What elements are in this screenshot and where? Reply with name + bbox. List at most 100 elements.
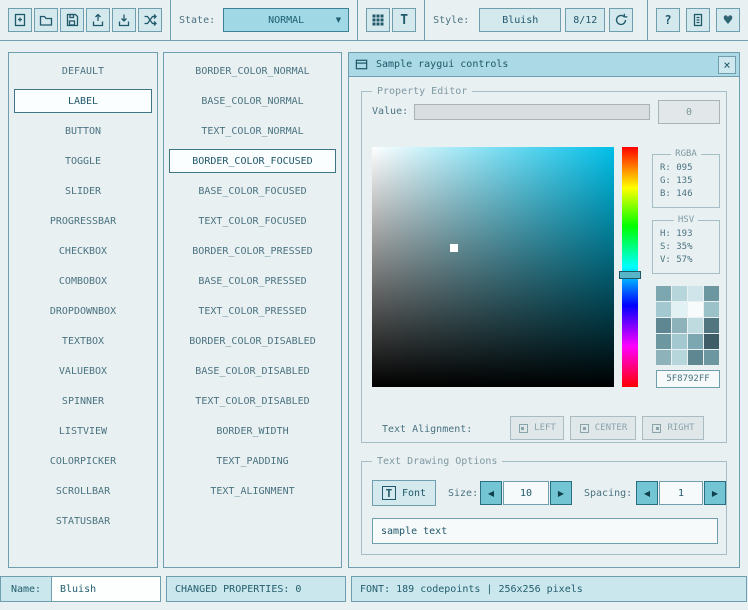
controls-list-item[interactable]: STATUSBAR — [14, 509, 152, 533]
properties-list-item[interactable]: BORDER_WIDTH — [169, 419, 336, 443]
state-dropdown[interactable]: NORMAL ▼ — [223, 8, 349, 32]
properties-list-item[interactable]: TEXT_PADDING — [169, 449, 336, 473]
font-button[interactable]: T Font — [372, 480, 436, 506]
spacing-increase-button[interactable]: ▶ — [704, 481, 726, 505]
properties-list-item[interactable]: BORDER_COLOR_PRESSED — [169, 239, 336, 263]
controls-list-item[interactable]: TOGGLE — [14, 149, 152, 173]
properties-list-item[interactable]: BORDER_COLOR_DISABLED — [169, 329, 336, 353]
properties-list-item[interactable]: BORDER_COLOR_FOCUSED — [169, 149, 336, 173]
color-swatch[interactable] — [688, 286, 703, 301]
import-file-button[interactable] — [112, 8, 136, 32]
controls-list-item[interactable]: LABEL — [14, 89, 152, 113]
right-arrow-icon: ▶ — [558, 489, 564, 498]
controls-list-item[interactable]: LISTVIEW — [14, 419, 152, 443]
hex-value-box[interactable]: 5F8792FF — [656, 370, 720, 388]
rgba-group: RGBA R: 095 G: 135 B: 146 — [652, 154, 720, 208]
red-value: R: 095 — [660, 163, 719, 173]
size-label: Size: — [448, 486, 478, 502]
align-center-button[interactable]: CENTER — [570, 416, 636, 440]
properties-list-item[interactable]: TEXT_COLOR_FOCUSED — [169, 209, 336, 233]
new-file-button[interactable] — [8, 8, 32, 32]
style-counter-button[interactable]: 8/12 — [565, 8, 605, 32]
sponsor-button[interactable]: ♥ — [716, 8, 740, 32]
align-right-button[interactable]: RIGHT — [642, 416, 704, 440]
color-swatch[interactable] — [688, 350, 703, 365]
controls-list-item[interactable]: SCROLLBAR — [14, 479, 152, 503]
controls-list-item[interactable]: SLIDER — [14, 179, 152, 203]
properties-list-item[interactable]: TEXT_COLOR_NORMAL — [169, 119, 336, 143]
controls-list-item[interactable]: VALUEBOX — [14, 359, 152, 383]
controls-list-item[interactable]: DEFAULT — [14, 59, 152, 83]
state-dropdown-value: NORMAL — [268, 15, 304, 26]
controls-list-item[interactable]: SPINNER — [14, 389, 152, 413]
open-file-button[interactable] — [34, 8, 58, 32]
color-swatch[interactable] — [672, 334, 687, 349]
color-swatch[interactable] — [656, 318, 671, 333]
font-atlas-button[interactable]: T — [392, 8, 416, 32]
controls-list-item[interactable]: COMBOBOX — [14, 269, 152, 293]
properties-list-item[interactable]: TEXT_COLOR_DISABLED — [169, 389, 336, 413]
color-swatch[interactable] — [656, 286, 671, 301]
properties-list-item[interactable]: BASE_COLOR_DISABLED — [169, 359, 336, 383]
style-label: Style: — [433, 15, 469, 26]
rguistyler-app: State: NORMAL ▼ T Style: Bluish 8/12 ? — [0, 0, 748, 610]
help-button[interactable]: ? — [656, 8, 680, 32]
shuffle-icon — [142, 12, 158, 28]
controls-list-item[interactable]: BUTTON — [14, 119, 152, 143]
color-swatch[interactable] — [704, 302, 719, 317]
open-folder-icon — [38, 12, 54, 28]
color-swatch[interactable] — [704, 334, 719, 349]
hue-slider-handle[interactable] — [619, 271, 641, 279]
color-picker[interactable] — [372, 147, 614, 387]
spacing-value-box[interactable]: 1 — [659, 481, 703, 505]
properties-list-item[interactable]: TEXT_COLOR_PRESSED — [169, 299, 336, 323]
controls-list-item[interactable]: DROPDOWNBOX — [14, 299, 152, 323]
properties-list-item[interactable]: BASE_COLOR_PRESSED — [169, 269, 336, 293]
value-slider[interactable] — [414, 104, 650, 120]
export-file-button[interactable] — [86, 8, 110, 32]
properties-list-item[interactable]: BASE_COLOR_FOCUSED — [169, 179, 336, 203]
controls-list-item[interactable]: CHECKBOX — [14, 239, 152, 263]
align-left-button[interactable]: LEFT — [510, 416, 564, 440]
color-swatch[interactable] — [672, 350, 687, 365]
color-swatch[interactable] — [656, 302, 671, 317]
color-swatch[interactable] — [688, 302, 703, 317]
controls-list-item[interactable]: TEXTBOX — [14, 329, 152, 353]
controls-list-item[interactable]: PROGRESSBAR — [14, 209, 152, 233]
color-swatch[interactable] — [672, 318, 687, 333]
style-name-field[interactable]: Bluish — [51, 576, 161, 602]
color-picker-cursor[interactable] — [450, 244, 458, 252]
value-box[interactable]: 0 — [658, 100, 720, 124]
properties-list-item[interactable]: BASE_COLOR_NORMAL — [169, 89, 336, 113]
save-file-button[interactable] — [60, 8, 84, 32]
about-button[interactable] — [686, 8, 710, 32]
color-swatch[interactable] — [704, 318, 719, 333]
color-swatch[interactable] — [688, 334, 703, 349]
color-swatch[interactable] — [672, 286, 687, 301]
style-table-button[interactable] — [366, 8, 390, 32]
style-name-button[interactable]: Bluish — [479, 8, 561, 32]
color-swatch[interactable] — [704, 350, 719, 365]
color-swatch[interactable] — [704, 286, 719, 301]
hue-slider[interactable] — [622, 147, 638, 387]
hue-value: H: 193 — [660, 229, 719, 239]
color-swatch[interactable] — [672, 302, 687, 317]
hex-value-text: 5F8792FF — [666, 374, 709, 384]
size-value-box[interactable]: 10 — [503, 481, 549, 505]
color-swatch[interactable] — [656, 350, 671, 365]
sample-text-input[interactable]: sample text — [372, 518, 718, 544]
properties-list-item[interactable]: TEXT_ALIGNMENT — [169, 479, 336, 503]
size-increase-button[interactable]: ▶ — [550, 481, 572, 505]
reload-style-button[interactable] — [609, 8, 633, 32]
color-swatch[interactable] — [656, 334, 671, 349]
window-close-button[interactable]: × — [718, 56, 736, 74]
size-decrease-button[interactable]: ◀ — [480, 481, 502, 505]
window-titlebar[interactable]: Sample raygui controls × — [349, 53, 739, 77]
spacing-decrease-button[interactable]: ◀ — [636, 481, 658, 505]
state-label: State: — [179, 15, 215, 26]
properties-list-item[interactable]: BORDER_COLOR_NORMAL — [169, 59, 336, 83]
controls-list-item[interactable]: COLORPICKER — [14, 449, 152, 473]
help-icon: ? — [664, 13, 671, 27]
random-style-button[interactable] — [138, 8, 162, 32]
color-swatch[interactable] — [688, 318, 703, 333]
